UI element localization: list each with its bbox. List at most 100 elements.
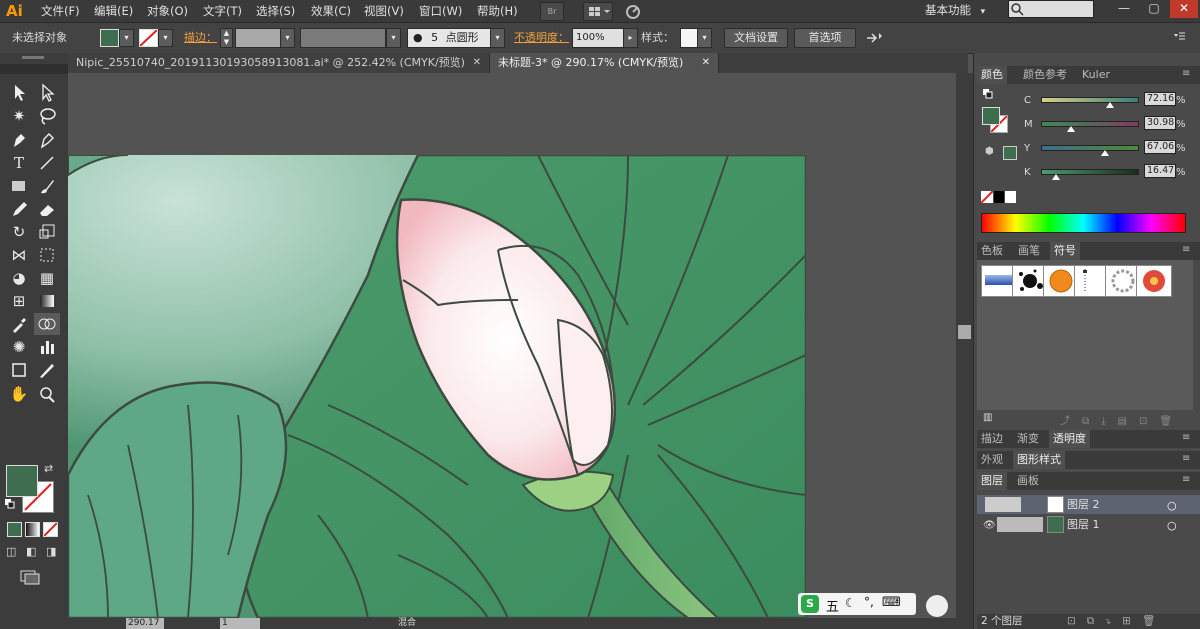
symbol-sprayer-tool-icon[interactable]: ✺ [6,336,32,358]
symbol-red-flower[interactable] [1136,265,1172,297]
vertical-scrollbar[interactable] [956,73,973,618]
menu-edit[interactable]: 编辑(E) [94,0,133,22]
fill-swatch[interactable] [100,29,119,47]
punctuation-icon[interactable]: °, [864,595,874,609]
panel-menu-icon[interactable]: ≡ [1182,453,1190,464]
shape-builder-tool-icon[interactable]: ◕ [6,267,32,289]
pencil-tool-icon[interactable] [6,198,32,220]
tab-symbols[interactable]: 符号 [1050,242,1080,260]
lasso-tool-icon[interactable] [34,105,60,127]
preferences-button[interactable]: 首选项 [794,28,856,48]
tab-appearance[interactable]: 外观 [977,451,1007,469]
toolbar-grip[interactable] [22,56,44,59]
eyedropper-tool-icon[interactable] [6,313,32,335]
tab-kuler[interactable]: Kuler [1078,66,1114,84]
tab-untitled-3[interactable]: 未标题-3* @ 290.17% (CMYK/预览) ✕ [490,53,719,73]
stroke-swatch[interactable] [139,29,158,47]
channel-c-thumb[interactable] [1106,102,1115,108]
menu-effect[interactable]: 效果(C) [311,0,351,22]
menu-select[interactable]: 选择(S) [256,0,295,22]
draw-behind-icon[interactable]: ◧ [26,545,42,558]
panel-menu-icon[interactable]: ≡ [1182,432,1190,443]
artboard[interactable] [68,155,806,618]
menu-window[interactable]: 窗口(W) [419,0,462,22]
rotate-tool-icon[interactable]: ↻ [6,221,32,243]
tab-artboards[interactable]: 画板 [1013,472,1043,490]
close-icon[interactable]: ✕ [473,53,481,73]
fill-color-box[interactable] [6,465,38,497]
black-swatch[interactable] [994,191,1004,203]
moon-icon[interactable]: ☾ [845,596,856,610]
channel-k-value[interactable]: 16.47 [1144,164,1176,178]
arrange-documents-button[interactable] [583,2,613,21]
menu-view[interactable]: 视图(V) [364,0,404,22]
line-tool-icon[interactable] [34,152,60,174]
stroke-weight-dropdown[interactable]: ▾ [280,28,295,48]
panel-menu-icon[interactable]: ≡ [1182,244,1190,255]
color-spectrum[interactable] [981,213,1186,233]
mesh-tool-icon[interactable]: ⊞ [6,290,32,312]
stroke-label[interactable]: 描边： [184,23,217,53]
tab-transparency[interactable]: 透明度 [1049,430,1090,448]
eraser-tool-icon[interactable] [34,198,60,220]
column-graph-tool-icon[interactable] [34,336,60,358]
channel-m-value[interactable]: 30.98 [1144,116,1176,130]
toolbar-header[interactable] [0,64,68,74]
default-colors-icon[interactable] [5,499,15,509]
width-tool-icon[interactable]: ⋈ [6,244,32,266]
align-options-icon[interactable] [864,29,886,47]
type-tool-icon[interactable]: T [6,152,32,174]
gpu-performance-icon[interactable] [622,2,644,20]
gradient-tool-icon[interactable] [34,290,60,312]
artboard-page-field[interactable]: 1 [220,618,260,629]
ime-mode[interactable]: 五 [826,596,839,615]
symbol-libraries-icon[interactable]: ▥ [983,412,992,423]
layer-target-icon[interactable]: ○ [1167,496,1177,515]
scrollbar-thumb[interactable] [958,325,971,339]
document-setup-button[interactable]: 文档设置 [724,28,788,48]
curvature-tool-icon[interactable] [34,129,60,151]
panel-fill-box[interactable] [982,107,1000,125]
menu-type[interactable]: 文字(T) [203,0,242,22]
white-swatch[interactable] [1005,191,1016,203]
minimize-button[interactable]: — [1110,0,1138,18]
zoom-field[interactable]: 290.17 [126,618,164,629]
lotus-illustration[interactable] [68,155,806,618]
screen-mode-icon[interactable] [20,569,40,585]
tab-color[interactable]: 颜色 [977,66,1007,84]
close-icon[interactable]: ✕ [702,53,710,73]
tab-nipic-document[interactable]: Nipic_25510740_20191130193058913081.ai* … [68,53,490,73]
tab-graphic-styles[interactable]: 图形样式 [1013,451,1065,469]
fill-dropdown[interactable]: ▾ [119,29,134,47]
tab-gradient[interactable]: 渐变 [1013,430,1043,448]
channel-k-thumb[interactable] [1052,174,1061,180]
variable-width-profile[interactable] [300,28,386,48]
tab-color-guide[interactable]: 颜色参考 [1019,66,1071,84]
keyboard-icon[interactable]: ⌨ [882,595,901,610]
graphic-style-dropdown[interactable]: ▾ [697,28,712,48]
tab-brushes[interactable]: 画笔 [1014,242,1044,260]
opacity-slider-toggle[interactable]: ▸ [623,28,638,48]
maximize-button[interactable]: ▢ [1140,0,1168,18]
panel-menu-icon[interactable] [1172,31,1186,43]
magic-wand-tool-icon[interactable]: ✷ [6,105,32,127]
stroke-weight-field[interactable] [235,28,281,48]
tab-layers[interactable]: 图层 [977,472,1007,490]
channel-y-value[interactable]: 67.06 [1144,140,1176,154]
brush-dropdown[interactable]: ▾ [490,28,505,48]
brush-definition[interactable]: ● 5 点圆形 [407,28,491,48]
layer-name[interactable]: 图层 1 [1067,515,1100,534]
help-search-input[interactable] [1008,0,1094,18]
ime-toolbar[interactable]: S 五 ☾ °, ⌨ [798,593,916,615]
artboard-tool-icon[interactable] [6,359,32,381]
none-mode-button[interactable] [43,522,58,537]
blend-tool-icon[interactable] [34,313,60,335]
in-gamut-swatch[interactable] [1003,146,1017,160]
stroke-weight-stepper[interactable]: ▲ ▼ [220,28,233,48]
opacity-field[interactable]: 100% [572,28,625,48]
color-mode-button[interactable] [7,522,22,537]
assistant-bubble-icon[interactable] [926,595,948,617]
channel-y-slider[interactable] [1041,145,1139,151]
out-of-gamut-icon[interactable]: ⬢ [985,146,994,157]
selection-tool-icon[interactable] [6,81,32,103]
